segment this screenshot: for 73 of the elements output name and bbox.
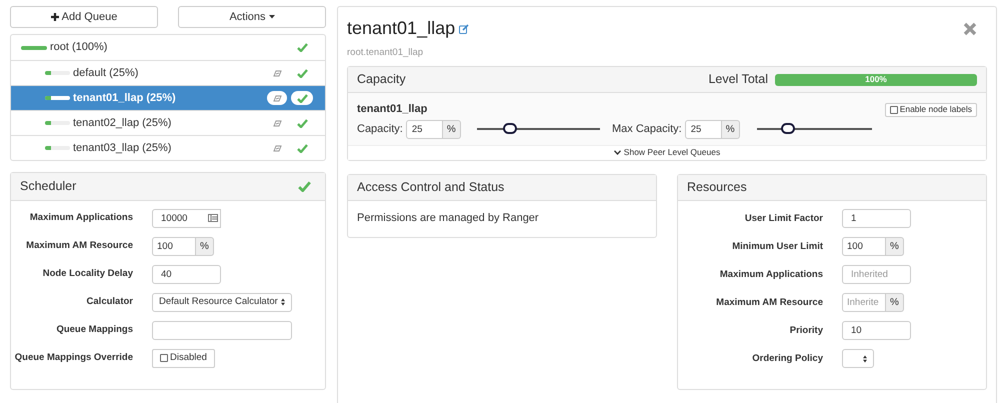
select-field[interactable]: Default Resource Calculator	[152, 292, 292, 312]
input-field[interactable]: 1	[842, 209, 911, 228]
checkbox-button[interactable]: Disabled	[152, 348, 215, 368]
input-field[interactable]: 100	[842, 237, 886, 256]
unit-label: %	[886, 237, 904, 256]
slider-thumb[interactable]	[780, 123, 795, 134]
field-label: Calculator	[86, 294, 133, 309]
field-label: Queue Mappings Override	[14, 350, 133, 365]
input-field[interactable]: Inherite	[842, 293, 886, 312]
field-label: Maximum Applications	[28, 210, 133, 225]
queue-item[interactable]: tenant02_llap (25%)	[11, 110, 325, 135]
updown-arrows-icon	[281, 298, 285, 306]
field-label: Maximum AM Resource	[715, 296, 823, 310]
field-label: Queue Mappings	[55, 322, 133, 337]
slider-thumb[interactable]	[502, 123, 517, 134]
access-text: Permissions are managed by Ranger	[356, 210, 540, 226]
caret-icon	[268, 15, 275, 19]
show-peer-link[interactable]: Show Peer Level Queues	[348, 144, 986, 160]
field-label: User Limit Factor	[744, 212, 823, 226]
close-icon[interactable]	[963, 22, 977, 36]
check-icon	[296, 118, 308, 128]
field-label: Priority	[788, 324, 823, 338]
actions-dropdown[interactable]: Actions	[178, 6, 326, 28]
queue-label: tenant01_llap (25%)	[73, 90, 177, 106]
queue-title: tenant01_llap	[347, 17, 456, 40]
check-icon	[298, 181, 311, 192]
unit-label: %	[886, 293, 904, 312]
edit-icon[interactable]	[459, 24, 470, 34]
check-icon	[296, 144, 308, 152]
input-field[interactable]	[152, 320, 292, 340]
unit-label: %	[722, 120, 740, 139]
input-field[interactable]: 25	[684, 120, 722, 139]
queue-label: tenant03_llap (25%)	[73, 140, 172, 156]
queue-label: default (25%)	[73, 66, 140, 81]
chevron-down-icon	[614, 150, 621, 156]
queue-item[interactable]: root (100%)	[11, 35, 325, 60]
check-icon	[296, 94, 308, 102]
field-label: Node Locality Delay	[42, 266, 133, 281]
panel-title: Capacity	[357, 71, 406, 88]
check-icon	[296, 68, 308, 78]
input-field[interactable]: 10	[842, 321, 911, 340]
field-label: Ordering Policy	[751, 352, 823, 366]
field-label: Minimum User Limit	[731, 240, 823, 254]
field-label: Maximum Applications	[718, 268, 823, 282]
queue-name: tenant01_llap	[357, 102, 428, 118]
updown-arrows-icon	[863, 354, 867, 363]
level-total-label: Level Total	[708, 71, 768, 88]
unit-label: %	[196, 236, 214, 256]
level-total-bar: 100%	[775, 74, 977, 86]
plus-icon	[50, 13, 59, 21]
field-label: Maximum AM Resource	[25, 238, 133, 253]
check-icon	[296, 43, 308, 52]
unit-label: %	[442, 120, 461, 139]
queue-item[interactable]: tenant01_llap (25%)	[11, 85, 325, 110]
queue-label: tenant02_llap (25%)	[73, 116, 172, 131]
input-field[interactable]: 10000	[152, 208, 221, 228]
panel-title: Access Control and Status	[357, 178, 504, 196]
panel-title: Scheduler	[20, 178, 76, 196]
input-field[interactable]: 40	[152, 264, 221, 284]
input-field[interactable]: Inherited	[842, 265, 911, 284]
input-field[interactable]: 100	[152, 236, 196, 256]
panel-title: Resources	[687, 178, 747, 196]
queue-item[interactable]: tenant03_llap (25%)	[11, 135, 325, 160]
node-labels-checkbox-button[interactable]: Enable node labels	[884, 102, 977, 116]
field-label: Max Capacity:	[612, 122, 682, 137]
input-field[interactable]: 25	[406, 120, 443, 139]
add-queue-button[interactable]: Add Queue	[10, 6, 158, 28]
queue-path: root.tenant01_llap	[347, 46, 424, 60]
select-value: Default Resource Calculator	[159, 294, 278, 309]
calendar-icon	[208, 214, 218, 222]
queue-label: root (100%)	[50, 40, 108, 56]
select-field[interactable]	[842, 349, 874, 368]
field-label: Capacity:	[357, 122, 403, 137]
